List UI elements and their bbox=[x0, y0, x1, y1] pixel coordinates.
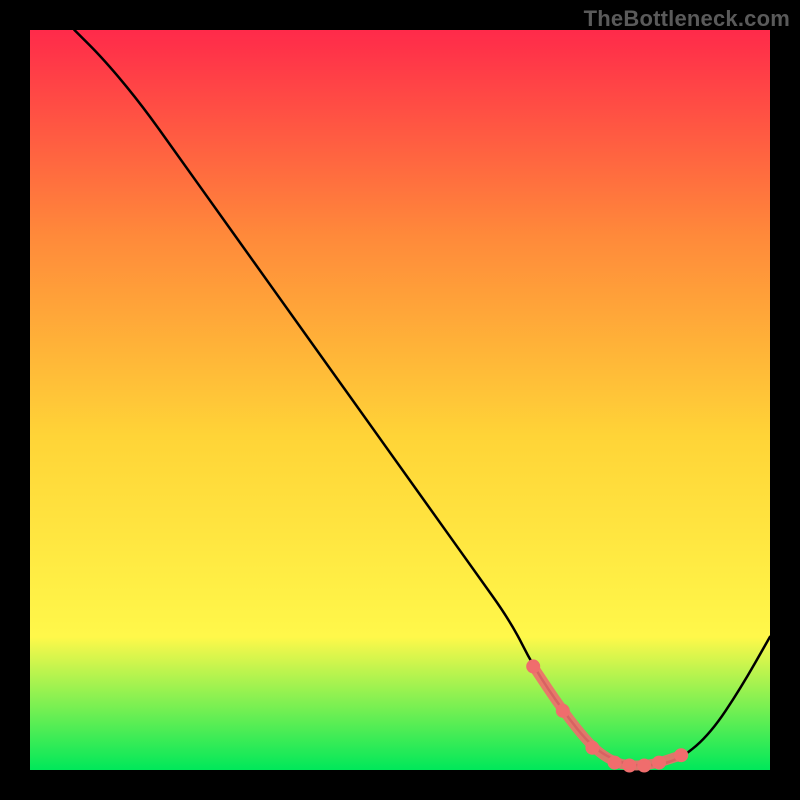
plot-background bbox=[30, 30, 770, 770]
attribution-text: TheBottleneck.com bbox=[584, 6, 790, 32]
chart-svg bbox=[0, 0, 800, 800]
chart-container: TheBottleneck.com bbox=[0, 0, 800, 800]
